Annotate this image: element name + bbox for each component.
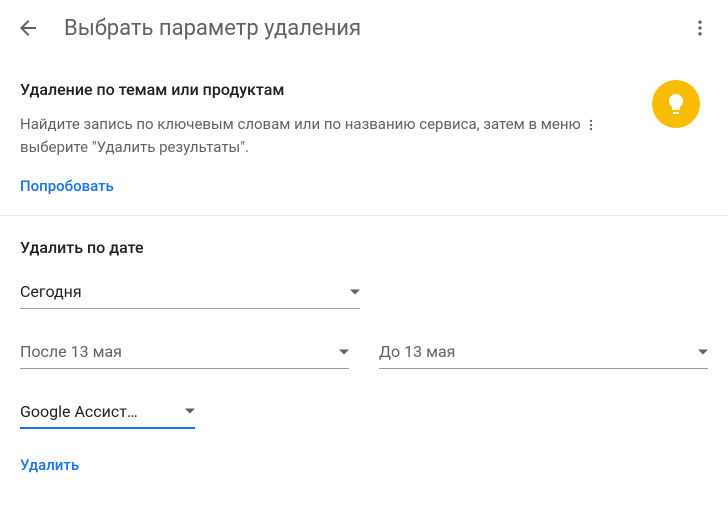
product-value: Google Ассист… (20, 402, 138, 421)
date-section-title: Удалить по дате (20, 238, 708, 257)
delete-button[interactable]: Удалить (20, 456, 79, 474)
tip-badge[interactable] (652, 80, 700, 128)
before-date-select[interactable]: До 13 мая (379, 335, 708, 369)
back-button[interactable] (8, 8, 48, 48)
before-date-value: До 13 мая (379, 342, 455, 361)
dropdown-arrow-icon (698, 349, 708, 354)
topic-text-before: Найдите запись по ключевым словам или по… (20, 115, 584, 133)
product-select[interactable]: Google Ассист… (20, 395, 195, 429)
dropdown-arrow-icon (185, 409, 195, 414)
vertical-dots-icon (690, 18, 710, 38)
topic-section-title: Удаление по темам или продуктам (20, 80, 708, 99)
try-link[interactable]: Попробовать (20, 177, 114, 195)
lightbulb-icon (664, 92, 688, 116)
overflow-menu-button[interactable] (680, 8, 720, 48)
date-range-select[interactable]: Сегодня (20, 275, 360, 309)
dropdown-arrow-icon (350, 289, 360, 294)
topic-section-description: Найдите запись по ключевым словам или по… (20, 113, 708, 158)
delete-by-topic-section: Удаление по темам или продуктам Найдите … (0, 56, 728, 215)
page-title: Выбрать параметр удаления (64, 16, 680, 41)
after-date-value: После 13 мая (20, 342, 122, 361)
delete-by-date-section: Удалить по дате Сегодня После 13 мая До … (0, 216, 728, 484)
topic-text-after: выберите "Удалить результаты". (20, 138, 249, 156)
after-date-select[interactable]: После 13 мая (20, 335, 349, 369)
arrow-left-icon (16, 16, 40, 40)
dropdown-arrow-icon (339, 349, 349, 354)
date-range-value: Сегодня (20, 282, 82, 301)
inline-menu-icon (584, 118, 598, 132)
